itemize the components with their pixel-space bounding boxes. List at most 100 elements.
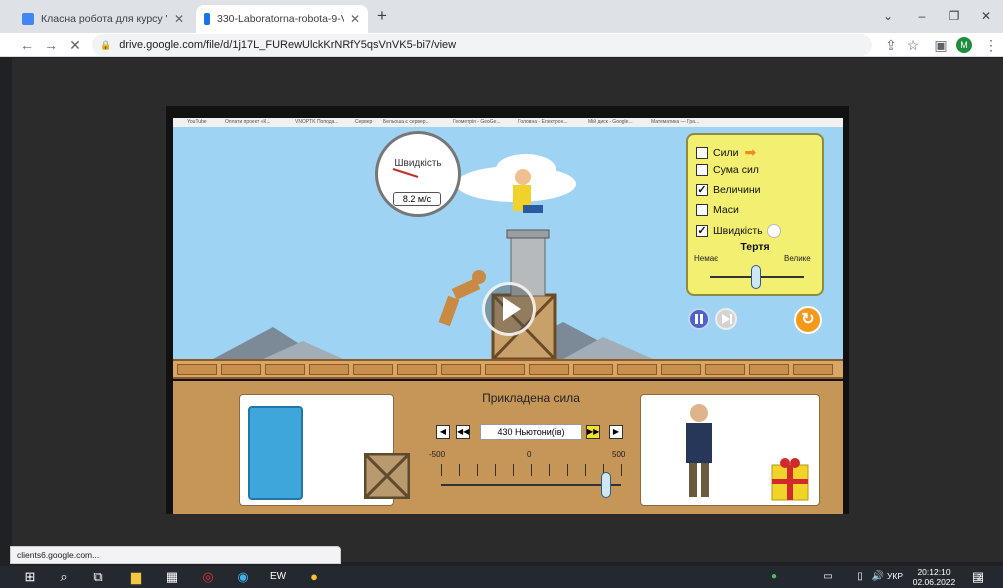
scale-tick xyxy=(567,464,568,476)
scale-tick xyxy=(621,464,622,476)
pause-button[interactable] xyxy=(688,308,710,330)
profile-avatar[interactable]: M xyxy=(956,37,972,53)
friction-slider-thumb[interactable] xyxy=(751,265,761,289)
friction-title: Тертя xyxy=(740,241,770,253)
tab-classroom[interactable]: Класна робота для курсу "І ХТ Б" ✕ xyxy=(14,5,192,33)
step-forward-icon xyxy=(722,314,732,324)
close-tab-icon[interactable]: ✕ xyxy=(174,12,184,26)
checkbox-label: Сили xyxy=(713,146,739,159)
checkbox-label: Сума сил xyxy=(713,164,759,176)
tab-search-chevron-icon[interactable]: ⌄ xyxy=(876,6,900,26)
checkmark-icon: ✓ xyxy=(696,184,708,196)
pause-icon xyxy=(695,314,703,324)
masses-checkbox[interactable]: Маси xyxy=(696,204,739,216)
recorded-bookmarks-bar: YouTube Оплати проект «К... VNOPTK Попод… xyxy=(173,118,843,127)
options-panel: Сили ➡ Сума сил ✓ Величини Маси ✓ Швидкі… xyxy=(686,133,824,296)
clock-date: 02.06.2022 xyxy=(912,577,956,587)
lock-icon: 🔒 xyxy=(100,39,112,50)
word-icon[interactable]: EW xyxy=(268,568,288,586)
checkbox-label: Швидкість xyxy=(713,225,763,237)
values-checkbox[interactable]: ✓ Величини xyxy=(696,184,761,196)
scale-tick xyxy=(513,464,514,476)
close-tab-icon[interactable]: ✕ xyxy=(350,12,360,26)
close-window-icon[interactable]: ✕ xyxy=(974,6,998,26)
scale-tick xyxy=(531,464,532,476)
file-explorer-icon[interactable]: ▆ xyxy=(126,568,146,586)
tray-app-icon[interactable]: ● xyxy=(764,568,784,586)
scale-min-label: -500 xyxy=(429,450,446,459)
refrigerator-object[interactable] xyxy=(248,406,303,500)
gift-object[interactable] xyxy=(771,457,809,501)
applied-force-input[interactable]: 430 Ньютони(ів) xyxy=(480,424,582,440)
address-bar[interactable]: 🔒 drive.google.com/file/d/1j17L_FURewUlc… xyxy=(92,34,872,56)
status-bubble: clients6.google.com... xyxy=(10,546,341,564)
checkbox-empty-icon xyxy=(696,164,708,176)
fast-left-button[interactable]: ◀◀ xyxy=(456,425,470,439)
step-right-button[interactable]: ▶ xyxy=(609,425,623,439)
crate-object[interactable] xyxy=(364,453,410,499)
checkmark-icon: ✓ xyxy=(696,225,708,237)
task-view-icon[interactable]: ⧉ xyxy=(88,568,108,586)
windows-taskbar: ⊞ ⌕ ⧉ ▆ ▦ ◎ ◉ EW ● ● ▭ ▯ 🔊 УКР 20:12:10 … xyxy=(0,566,1003,588)
opera-icon[interactable]: ◎ xyxy=(198,568,218,586)
checkbox-empty-icon xyxy=(696,204,708,216)
windows-start-icon[interactable]: ⊞ xyxy=(20,568,40,586)
search-icon[interactable]: ⌕ xyxy=(54,568,74,586)
bookmark-star-icon[interactable]: ☆ xyxy=(902,33,924,57)
mini-speedometer-icon xyxy=(766,224,781,238)
girl-character xyxy=(515,169,531,185)
system-clock[interactable]: 20:12:10 02.06.2022 xyxy=(905,567,963,587)
new-tab-icon[interactable]: + xyxy=(372,6,392,26)
scale-mid-label: 0 xyxy=(527,450,532,459)
speed-checkbox[interactable]: ✓ Швидкість xyxy=(696,224,781,238)
scale-tick xyxy=(549,464,550,476)
friction-max-label: Велике xyxy=(784,254,811,263)
minimize-icon[interactable]: – xyxy=(910,6,934,26)
drive-favicon-icon xyxy=(204,13,210,25)
force-slider-thumb[interactable] xyxy=(601,472,611,498)
classroom-favicon-icon xyxy=(22,13,34,25)
stop-loading-icon[interactable]: ✕ xyxy=(64,33,86,57)
ground-strip xyxy=(173,359,843,379)
side-panel-icon[interactable]: ▣ xyxy=(930,33,952,57)
recorded-bookmark: Головна - Електрон... xyxy=(518,119,568,125)
tray-display-icon[interactable]: ▭ xyxy=(818,568,838,586)
step-button[interactable] xyxy=(715,308,737,330)
forward-icon[interactable]: → xyxy=(40,33,62,57)
language-indicator[interactable]: УКР xyxy=(887,571,903,581)
force-arrow-icon: ➡ xyxy=(744,144,757,160)
chrome-icon[interactable]: ● xyxy=(304,568,324,586)
reset-button[interactable]: ↻ xyxy=(794,306,822,334)
man-object[interactable] xyxy=(681,401,717,501)
battery-icon[interactable]: ▯ xyxy=(850,568,870,586)
video-player[interactable]: YouTube Оплати проект «К... VNOPTK Попод… xyxy=(166,106,849,514)
url-text: drive.google.com/file/d/1j17L_FURewUlckK… xyxy=(119,39,457,51)
checkbox-empty-icon xyxy=(696,146,708,159)
forces-checkbox[interactable]: Сили ➡ xyxy=(696,144,756,161)
recorded-bookmark: Бельоша є сервер... xyxy=(383,119,430,125)
play-icon xyxy=(503,297,521,321)
clock-time: 20:12:10 xyxy=(917,567,951,577)
step-left-button[interactable]: ◀ xyxy=(436,425,450,439)
edge-icon[interactable]: ◉ xyxy=(233,568,253,586)
scale-tick xyxy=(477,464,478,476)
recorded-bookmark: Оплати проект «К... xyxy=(225,119,271,125)
recorded-bookmark: VNOPTK Попода... xyxy=(295,119,339,125)
fast-right-button[interactable]: ▶▶ xyxy=(586,425,600,439)
restore-icon[interactable]: ❐ xyxy=(942,6,966,26)
speedometer-label: Швидкість xyxy=(394,158,442,169)
sum-of-forces-checkbox[interactable]: Сума сил xyxy=(696,164,759,176)
recorded-bookmark: YouTube xyxy=(187,119,207,125)
recorded-bookmark: Геометрія - GeoGe... xyxy=(453,119,501,125)
speed-readout: 8.2 м/с xyxy=(393,192,441,206)
scale-tick xyxy=(459,464,460,476)
store-icon[interactable]: ▦ xyxy=(162,568,182,586)
volume-icon[interactable]: 🔊 xyxy=(868,568,888,586)
menu-kebab-icon[interactable]: ⋮ xyxy=(980,33,1002,57)
object-shelf-left xyxy=(239,394,410,506)
checkbox-label: Маси xyxy=(713,204,739,216)
video-play-button[interactable] xyxy=(482,282,536,336)
back-icon[interactable]: ← xyxy=(16,33,38,57)
share-icon[interactable]: ⇪ xyxy=(880,33,902,57)
tab-drive-file[interactable]: 330-Laboratorna-robota-9-Vizna ✕ xyxy=(196,5,368,33)
